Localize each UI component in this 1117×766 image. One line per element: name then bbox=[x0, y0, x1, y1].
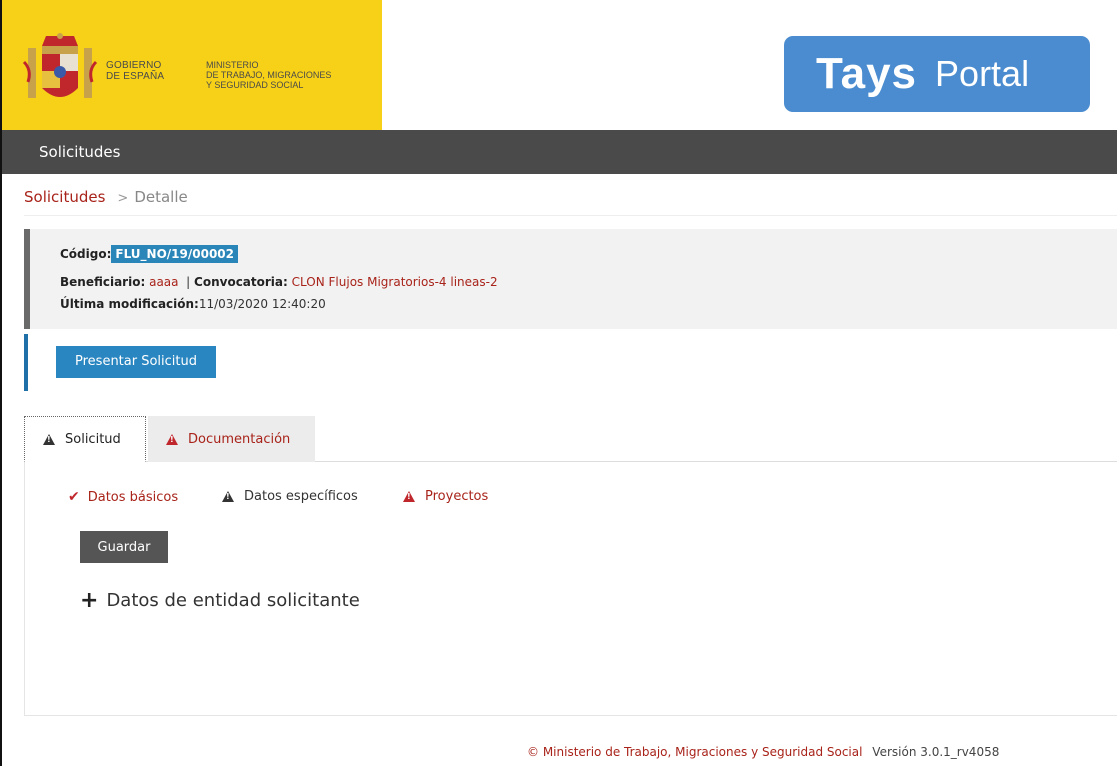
warning-icon bbox=[166, 433, 178, 445]
call-value[interactable]: CLON Flujos Migratorios-4 lineas-2 bbox=[292, 275, 498, 289]
subnav-datos-basicos[interactable]: ✔ Datos básicos bbox=[68, 489, 178, 505]
request-info-panel: Código: FLU_NO/19/00002 Beneficiario: aaa… bbox=[24, 229, 1117, 329]
subnav-label: Datos específicos bbox=[244, 489, 358, 504]
modified-label: Última modificación: bbox=[60, 297, 199, 311]
check-icon: ✔ bbox=[68, 489, 80, 505]
breadcrumb: Solicitudes > Detalle bbox=[24, 188, 188, 206]
save-button[interactable]: Guardar bbox=[80, 531, 168, 563]
subnav-label: Datos básicos bbox=[87, 489, 179, 505]
ministry-label: MINISTERIO DE TRABAJO, MIGRACIONES Y SEG… bbox=[206, 60, 332, 90]
portal-logo[interactable]: Tays Portal bbox=[784, 36, 1090, 112]
subnav-datos-especificos[interactable]: Datos específicos bbox=[222, 489, 358, 504]
main-navbar: Solicitudes bbox=[2, 130, 1117, 174]
portal-logo-suffix: Portal bbox=[935, 53, 1030, 94]
portal-logo-name: Tays bbox=[816, 49, 918, 98]
tab-solicitud[interactable]: Solicitud bbox=[24, 416, 146, 462]
call-label: Convocatoria: bbox=[194, 275, 288, 289]
modified-value: 11/03/2020 12:40:20 bbox=[198, 297, 326, 311]
submit-request-button[interactable]: Presentar Solicitud bbox=[56, 346, 216, 378]
warning-icon bbox=[43, 433, 55, 445]
action-bar-accent bbox=[24, 334, 28, 391]
footer: © Ministerio de Trabajo, Migraciones y S… bbox=[527, 745, 999, 759]
code-row: Código: FLU_NO/19/00002 bbox=[60, 245, 239, 263]
government-label: GOBIERNO DE ESPAÑA bbox=[106, 60, 165, 82]
warning-icon bbox=[403, 491, 415, 502]
government-banner: GOBIERNO DE ESPAÑA MINISTERIO DE TRABAJO… bbox=[2, 0, 382, 130]
code-badge: FLU_NO/19/00002 bbox=[111, 245, 239, 263]
subnav-label: Proyectos bbox=[425, 489, 489, 504]
breadcrumb-link-solicitudes[interactable]: Solicitudes bbox=[24, 188, 105, 206]
modified-row: Última modificación:11/03/2020 12:40:20 bbox=[60, 297, 326, 311]
section-title: Datos de entidad solicitante bbox=[106, 590, 360, 611]
beneficiary-value[interactable]: aaaa bbox=[149, 275, 178, 289]
nav-item-solicitudes[interactable]: Solicitudes bbox=[39, 143, 120, 161]
plus-icon: + bbox=[80, 588, 99, 613]
tab-label: Documentación bbox=[188, 431, 291, 447]
tab-documentacion[interactable]: Documentación bbox=[148, 416, 315, 462]
info-divider: | bbox=[186, 275, 191, 289]
breadcrumb-separator: > bbox=[117, 191, 129, 206]
footer-version: Versión 3.0.1_rv4058 bbox=[872, 745, 1000, 759]
tab-label: Solicitud bbox=[65, 431, 121, 447]
beneficiary-label: Beneficiario: bbox=[60, 275, 146, 289]
subnav-proyectos[interactable]: Proyectos bbox=[403, 489, 488, 504]
coat-of-arms-icon bbox=[22, 33, 98, 98]
beneficiary-row: Beneficiario: aaaa | Convocatoria: CLON … bbox=[60, 275, 498, 289]
breadcrumb-divider bbox=[24, 215, 1117, 216]
breadcrumb-current: Detalle bbox=[134, 188, 188, 206]
footer-copyright[interactable]: © Ministerio de Trabajo, Migraciones y S… bbox=[527, 745, 862, 759]
section-toggle-entidad[interactable]: + Datos de entidad solicitante bbox=[80, 588, 360, 613]
code-label: Código: bbox=[60, 247, 112, 261]
warning-icon bbox=[222, 491, 234, 502]
